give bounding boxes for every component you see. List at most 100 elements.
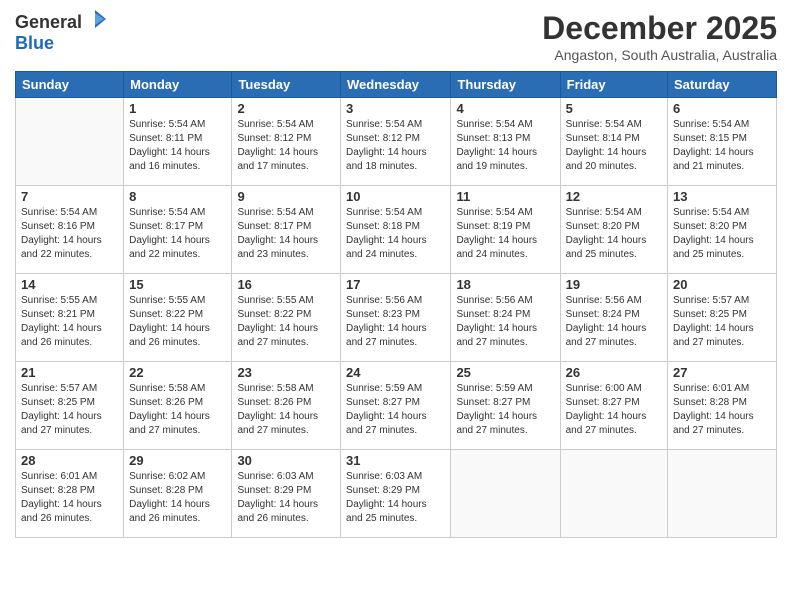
calendar-cell: 1 Sunrise: 5:54 AMSunset: 8:11 PMDaylight… xyxy=(124,98,232,186)
day-info: Sunrise: 6:03 AMSunset: 8:29 PMDaylight:… xyxy=(237,470,335,526)
calendar-cell: 11Sunrise: 5:54 AMSunset: 8:19 PMDayligh… xyxy=(451,186,560,274)
day-info: Sunrise: 6:00 AMSunset: 8:27 PMDaylight:… xyxy=(566,382,662,438)
day-number: 3 xyxy=(346,101,445,116)
day-info: Sunrise: 6:01 AMSunset: 8:28 PMDaylight:… xyxy=(673,382,771,438)
weekday-header-wednesday: Wednesday xyxy=(341,72,451,98)
calendar-cell: 27 Sunrise: 6:01 AMSunset: 8:28 PMDayligh… xyxy=(668,362,777,450)
calendar-cell: 2Sunrise: 5:54 AMSunset: 8:12 PMDaylight… xyxy=(232,98,341,186)
day-number: 20 xyxy=(673,277,771,292)
calendar-cell: 4Sunrise: 5:54 AMSunset: 8:13 PMDaylight… xyxy=(451,98,560,186)
day-number: 1 xyxy=(129,101,226,116)
weekday-header-tuesday: Tuesday xyxy=(232,72,341,98)
day-info: Sunrise: 5:54 AMSunset: 8:14 PMDaylight:… xyxy=(566,118,662,174)
day-number: 15 xyxy=(129,277,226,292)
logo-blue-text: Blue xyxy=(15,33,54,53)
day-info: Sunrise: 5:54 AMSunset: 8:11 PMDaylight:… xyxy=(129,118,226,174)
day-number: 21 xyxy=(21,365,118,380)
day-number: 2 xyxy=(237,101,335,116)
day-number: 9 xyxy=(237,189,335,204)
day-info: Sunrise: 5:56 AMSunset: 8:24 PMDaylight:… xyxy=(566,294,662,350)
day-number: 22 xyxy=(129,365,226,380)
day-info: Sunrise: 6:03 AMSunset: 8:29 PMDaylight:… xyxy=(346,470,445,526)
day-info: Sunrise: 5:54 AMSunset: 8:17 PMDaylight:… xyxy=(129,206,226,262)
month-title: December 2025 xyxy=(542,10,777,47)
day-number: 29 xyxy=(129,453,226,468)
day-number: 23 xyxy=(237,365,335,380)
calendar-cell: 14 Sunrise: 5:55 AMSunset: 8:21 PMDayligh… xyxy=(16,274,124,362)
calendar-cell: 22 Sunrise: 5:58 AMSunset: 8:26 PMDayligh… xyxy=(124,362,232,450)
day-number: 14 xyxy=(21,277,118,292)
day-number: 27 xyxy=(673,365,771,380)
day-info: Sunrise: 5:55 AMSunset: 8:22 PMDaylight:… xyxy=(237,294,335,350)
calendar-cell xyxy=(451,450,560,538)
day-info: Sunrise: 5:57 AMSunset: 8:25 PMDaylight:… xyxy=(21,382,118,438)
calendar-cell: 24Sunrise: 5:59 AMSunset: 8:27 PMDayligh… xyxy=(341,362,451,450)
calendar-cell: 9Sunrise: 5:54 AMSunset: 8:17 PMDaylight… xyxy=(232,186,341,274)
title-block: December 2025 Angaston, South Australia,… xyxy=(542,10,777,63)
calendar-cell: 3 Sunrise: 5:54 AMSunset: 8:12 PMDaylight… xyxy=(341,98,451,186)
weekday-header-sunday: Sunday xyxy=(16,72,124,98)
weekday-header-row: SundayMondayTuesdayWednesdayThursdayFrid… xyxy=(16,72,777,98)
calendar-cell xyxy=(668,450,777,538)
day-info: Sunrise: 6:01 AMSunset: 8:28 PMDaylight:… xyxy=(21,470,118,526)
calendar-cell: 25 Sunrise: 5:59 AMSunset: 8:27 PMDayligh… xyxy=(451,362,560,450)
day-number: 18 xyxy=(456,277,554,292)
day-info: Sunrise: 5:58 AMSunset: 8:26 PMDaylight:… xyxy=(237,382,335,438)
day-number: 24 xyxy=(346,365,445,380)
calendar-cell: 7 Sunrise: 5:54 AMSunset: 8:16 PMDaylight… xyxy=(16,186,124,274)
day-number: 16 xyxy=(237,277,335,292)
calendar-cell: 31 Sunrise: 6:03 AMSunset: 8:29 PMDayligh… xyxy=(341,450,451,538)
day-info: Sunrise: 5:54 AMSunset: 8:20 PMDaylight:… xyxy=(673,206,771,262)
week-row-2: 14 Sunrise: 5:55 AMSunset: 8:21 PMDayligh… xyxy=(16,274,777,362)
day-info: Sunrise: 5:54 AMSunset: 8:13 PMDaylight:… xyxy=(456,118,554,174)
week-row-4: 28Sunrise: 6:01 AMSunset: 8:28 PMDayligh… xyxy=(16,450,777,538)
day-info: Sunrise: 5:54 AMSunset: 8:19 PMDaylight:… xyxy=(456,206,554,262)
day-number: 25 xyxy=(456,365,554,380)
day-info: Sunrise: 6:02 AMSunset: 8:28 PMDaylight:… xyxy=(129,470,226,526)
logo-flag-icon xyxy=(84,10,106,28)
day-info: Sunrise: 5:56 AMSunset: 8:24 PMDaylight:… xyxy=(456,294,554,350)
location-subtitle: Angaston, South Australia, Australia xyxy=(542,47,777,63)
calendar-cell xyxy=(560,450,667,538)
calendar-cell: 16 Sunrise: 5:55 AMSunset: 8:22 PMDayligh… xyxy=(232,274,341,362)
day-info: Sunrise: 5:57 AMSunset: 8:25 PMDaylight:… xyxy=(673,294,771,350)
day-number: 12 xyxy=(566,189,662,204)
day-number: 10 xyxy=(346,189,445,204)
calendar-cell: 28Sunrise: 6:01 AMSunset: 8:28 PMDayligh… xyxy=(16,450,124,538)
day-info: Sunrise: 5:55 AMSunset: 8:22 PMDaylight:… xyxy=(129,294,226,350)
calendar-table: SundayMondayTuesdayWednesdayThursdayFrid… xyxy=(15,71,777,538)
day-info: Sunrise: 5:58 AMSunset: 8:26 PMDaylight:… xyxy=(129,382,226,438)
day-number: 13 xyxy=(673,189,771,204)
day-number: 7 xyxy=(21,189,118,204)
week-row-1: 7 Sunrise: 5:54 AMSunset: 8:16 PMDaylight… xyxy=(16,186,777,274)
calendar-cell: 10 Sunrise: 5:54 AMSunset: 8:18 PMDayligh… xyxy=(341,186,451,274)
calendar-cell: 17 Sunrise: 5:56 AMSunset: 8:23 PMDayligh… xyxy=(341,274,451,362)
logo-general-text: General xyxy=(15,12,82,33)
week-row-0: 1 Sunrise: 5:54 AMSunset: 8:11 PMDaylight… xyxy=(16,98,777,186)
day-info: Sunrise: 5:55 AMSunset: 8:21 PMDaylight:… xyxy=(21,294,118,350)
day-info: Sunrise: 5:59 AMSunset: 8:27 PMDaylight:… xyxy=(456,382,554,438)
day-number: 19 xyxy=(566,277,662,292)
day-info: Sunrise: 5:54 AMSunset: 8:16 PMDaylight:… xyxy=(21,206,118,262)
day-number: 31 xyxy=(346,453,445,468)
calendar-cell: 13 Sunrise: 5:54 AMSunset: 8:20 PMDayligh… xyxy=(668,186,777,274)
weekday-header-monday: Monday xyxy=(124,72,232,98)
day-info: Sunrise: 5:54 AMSunset: 8:12 PMDaylight:… xyxy=(346,118,445,174)
day-number: 6 xyxy=(673,101,771,116)
logo: General Blue xyxy=(15,10,108,54)
day-number: 8 xyxy=(129,189,226,204)
calendar-cell: 5Sunrise: 5:54 AMSunset: 8:14 PMDaylight… xyxy=(560,98,667,186)
day-info: Sunrise: 5:56 AMSunset: 8:23 PMDaylight:… xyxy=(346,294,445,350)
weekday-header-friday: Friday xyxy=(560,72,667,98)
week-row-3: 21 Sunrise: 5:57 AMSunset: 8:25 PMDayligh… xyxy=(16,362,777,450)
day-info: Sunrise: 5:54 AMSunset: 8:18 PMDaylight:… xyxy=(346,206,445,262)
calendar-cell: 6Sunrise: 5:54 AMSunset: 8:15 PMDaylight… xyxy=(668,98,777,186)
day-number: 17 xyxy=(346,277,445,292)
weekday-header-thursday: Thursday xyxy=(451,72,560,98)
page: General Blue December 2025 Angaston, Sou… xyxy=(0,0,792,612)
day-info: Sunrise: 5:54 AMSunset: 8:20 PMDaylight:… xyxy=(566,206,662,262)
calendar-cell: 26 Sunrise: 6:00 AMSunset: 8:27 PMDayligh… xyxy=(560,362,667,450)
weekday-header-saturday: Saturday xyxy=(668,72,777,98)
header: General Blue December 2025 Angaston, Sou… xyxy=(15,10,777,63)
day-number: 26 xyxy=(566,365,662,380)
